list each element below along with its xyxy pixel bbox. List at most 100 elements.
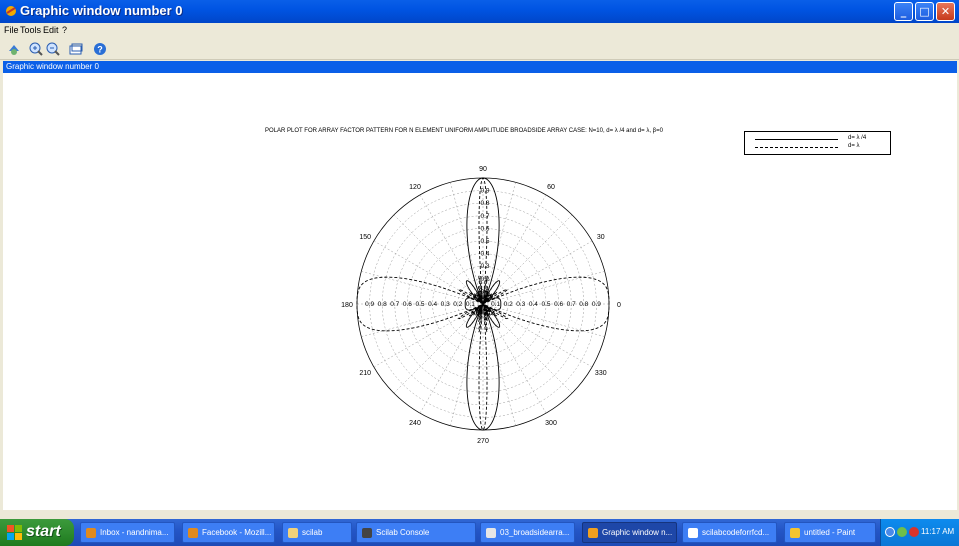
taskbar: start Inbox - nandnima... Facebook - Mozi… [0,519,959,546]
angle-label: 30 [597,234,605,241]
taskbar-item-label: scilab [302,528,323,537]
radial-tick-label: 0.6 [480,225,489,232]
task-app-icon [362,528,372,538]
clock: 11:17 AM [921,527,955,536]
taskbar-item-label: untitled - Paint [804,528,856,537]
radial-tick-label: 0.2 [504,301,513,308]
tray-security-icon[interactable] [909,527,919,537]
radial-tick-label: 0.9 [365,301,374,308]
taskbar-item[interactable]: untitled - Paint [784,522,876,543]
angle-label: 300 [545,420,557,427]
tray-network-icon[interactable] [897,527,907,537]
system-tray: 11:17 AM [880,519,959,546]
taskbar-item[interactable]: Inbox - nandnima... [80,522,175,543]
radial-tick-label: 0.8 [579,301,588,308]
unzoom-icon[interactable] [68,41,84,57]
task-app-icon [288,528,298,538]
windows-logo-icon [7,525,22,540]
taskbar-item[interactable]: scilabcodeforrfcd... [682,522,777,543]
taskbar-item-label: Facebook - Mozill... [202,528,272,537]
radial-tick-label: 0.3 [516,301,525,308]
plot-canvas[interactable]: POLAR PLOT FOR ARRAY FACTOR PATTERN FOR … [3,73,957,510]
angle-label: 90 [479,166,487,173]
grid-spoke [419,194,484,305]
angle-label: 0 [617,302,621,309]
radial-tick-label: 0.9 [592,301,601,308]
rotate-icon[interactable] [6,41,22,57]
taskbar-item-label: Inbox - nandnima... [100,528,169,537]
help-icon[interactable]: ? [92,41,108,57]
task-app-icon [790,528,800,538]
radial-tick-label: 0.8 [378,301,387,308]
task-app-icon [486,528,496,538]
angle-label: 150 [359,234,371,241]
angle-label: 180 [341,302,353,309]
angle-label: 240 [409,420,421,427]
taskbar-item[interactable]: 03_broadsidearra... [480,522,575,543]
radial-tick-label: 0.3 [480,263,489,270]
menu-file[interactable]: File [4,25,19,35]
grid-spoke [373,240,484,305]
grid-spoke [482,303,516,426]
toolbar: ? [0,38,959,60]
close-button[interactable]: ✕ [936,2,955,21]
taskbar-item[interactable]: Facebook - Mozill... [182,522,275,543]
taskbar-item[interactable]: Graphic window n... [582,522,677,543]
grid-spoke [450,182,484,305]
start-label: start [26,523,61,540]
svg-text:?: ? [97,45,103,55]
radial-tick-label: 0.7 [567,301,576,308]
menu-edit[interactable]: Edit [43,25,59,35]
window-title: Graphic window number 0 [20,3,183,18]
radial-tick-label: 0.6 [554,301,563,308]
taskbar-item-label: Graphic window n... [602,528,673,537]
task-app-icon [688,528,698,538]
title-bar[interactable]: Graphic window number 0 _ □ ✕ [0,0,959,23]
start-button[interactable]: start [0,519,74,546]
menu-tools[interactable]: Tools [20,25,41,35]
menu-bar: File Tools Edit ? [0,23,959,38]
radial-tick-label: 0.3 [441,301,450,308]
radial-tick-label: 0.5 [480,238,489,245]
taskbar-item-label: 03_broadsidearra... [500,528,570,537]
maximize-button[interactable]: □ [915,2,934,21]
radial-tick-label: 0.4 [529,301,538,308]
radial-tick-label: 0.4 [480,251,489,258]
radial-tick-label: 0.4 [428,301,437,308]
radial-tick-label: 0.7 [480,213,489,220]
task-app-icon [86,528,96,538]
grid-spoke [419,303,484,414]
zoom-out-icon[interactable] [45,41,61,57]
task-app-icon [188,528,198,538]
radial-tick-label: 0.6 [403,301,412,308]
radial-tick-label: 0.1 [491,301,500,308]
polar-plot: 0.10.10.10.20.20.20.30.30.30.40.40.40.50… [341,166,621,445]
grid-spoke [482,271,605,305]
angle-label: 120 [409,184,421,191]
taskbar-item[interactable]: scilab [282,522,352,543]
angle-label: 210 [359,370,371,377]
scilab-icon [6,6,16,16]
grid-spoke [450,303,484,426]
radial-tick-label: 0.1 [466,301,475,308]
angle-label: 60 [547,184,555,191]
radial-tick-label: 0.2 [453,301,462,308]
task-app-icon [588,528,598,538]
radial-tick-label: 0.7 [390,301,399,308]
grid-spoke [482,240,593,305]
status-bar [0,510,959,519]
taskbar-item[interactable]: Scilab Console [356,522,476,543]
graphic-window: Graphic window number 0 _ □ ✕ File Tools… [0,0,959,519]
tray-arrow-icon[interactable] [885,527,895,537]
taskbar-item-label: scilabcodeforrfcd... [702,528,770,537]
taskbar-item-label: Scilab Console [376,528,430,537]
grid-spoke [361,271,484,305]
radial-tick-label: 0.5 [415,301,424,308]
menu-help[interactable]: ? [62,25,67,35]
radial-tick-label: 0.5 [541,301,550,308]
angle-label: 270 [477,438,489,445]
angle-label: 330 [595,370,607,377]
minimize-button[interactable]: _ [894,2,913,21]
zoom-in-icon[interactable] [28,41,44,57]
radial-tick-label: 0.8 [480,200,489,207]
